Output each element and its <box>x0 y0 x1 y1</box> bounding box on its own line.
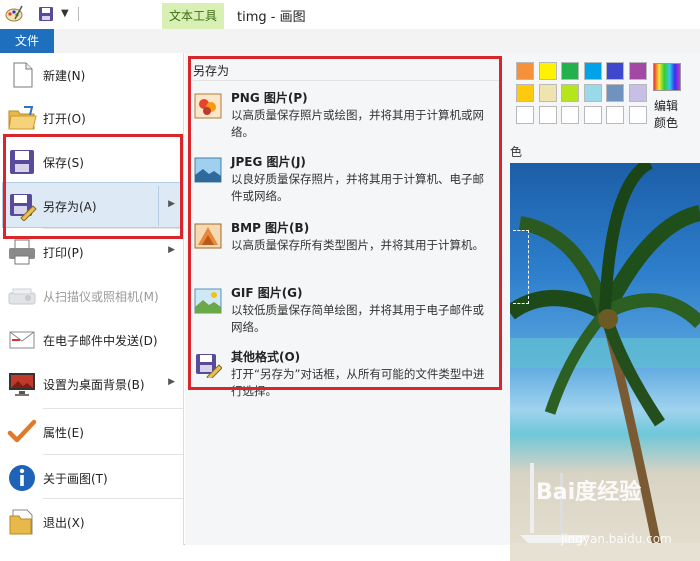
palette-swatch[interactable] <box>583 62 602 80</box>
highlight-box-save-commands <box>3 134 183 239</box>
submenu-arrow-icon: ▶ <box>168 245 175 255</box>
file-menu-item[interactable]: 新建(N) <box>0 53 183 97</box>
palette-swatch[interactable] <box>538 106 557 124</box>
file-menu-item[interactable]: 设置为桌面背景(B) ▶ <box>0 362 183 406</box>
palette-swatch[interactable] <box>583 106 602 124</box>
file-menu-item[interactable]: 退出(X) <box>0 500 183 544</box>
title-bar <box>0 0 700 29</box>
palette-swatch[interactable] <box>516 84 534 102</box>
open-folder-icon <box>7 103 37 133</box>
file-menu-item-label: 打印(P) <box>43 246 84 260</box>
file-menu-item-label: 属性(E) <box>43 426 84 440</box>
palette-swatch[interactable] <box>561 62 579 80</box>
file-menu-item[interactable]: 关于画图(T) <box>0 456 183 500</box>
palette-swatch[interactable] <box>516 62 534 80</box>
file-menu-item-label: 从扫描仪或照相机(M) <box>43 290 159 304</box>
palette-swatch[interactable] <box>628 84 647 102</box>
file-menu-item-label: 设置为桌面背景(B) <box>43 378 145 392</box>
info-icon <box>7 463 37 493</box>
title-separator <box>78 7 79 21</box>
edit-colors-label[interactable]: 编辑 颜色 <box>654 98 684 132</box>
selection-rectangle[interactable] <box>513 230 529 304</box>
menu-separator <box>43 408 183 409</box>
new-file-icon <box>7 60 37 90</box>
paint-app-icon[interactable] <box>5 5 23 23</box>
edit-colors-icon[interactable] <box>653 63 681 91</box>
tab-file[interactable]: 文件 <box>0 29 54 53</box>
palette-swatch[interactable] <box>628 62 647 80</box>
menu-separator <box>43 454 183 455</box>
desktop-background-icon <box>7 369 37 399</box>
palette-swatch[interactable] <box>606 84 624 102</box>
watermark-url: jingyan.baidu.com <box>561 532 672 546</box>
file-menu-item[interactable]: 在电子邮件中发送(D) <box>0 318 183 362</box>
quick-save-icon[interactable] <box>38 6 54 22</box>
palette-swatch[interactable] <box>561 84 579 102</box>
email-icon <box>7 325 37 355</box>
quick-access-dropdown-icon[interactable]: ▼ <box>61 8 69 19</box>
exit-icon <box>7 507 37 537</box>
file-menu-item-label: 退出(X) <box>43 516 85 530</box>
submenu-arrow-icon: ▶ <box>168 377 175 387</box>
palette-swatch[interactable] <box>538 84 557 102</box>
palette-swatch[interactable] <box>583 84 602 102</box>
palette-swatch[interactable] <box>516 106 534 124</box>
file-menu-item-label: 在电子邮件中发送(D) <box>43 334 158 348</box>
printer-icon <box>7 237 37 267</box>
ribbon-tab-row <box>0 29 700 53</box>
window-title: timg - 画图 <box>237 10 306 25</box>
palette-swatch[interactable] <box>606 106 624 124</box>
file-menu-item[interactable]: 从扫描仪或照相机(M) <box>0 274 183 318</box>
file-menu-item[interactable]: 属性(E) <box>0 410 183 454</box>
palette-swatch[interactable] <box>538 62 557 80</box>
palette-swatch[interactable] <box>628 106 647 124</box>
highlight-box-save-as-formats <box>188 56 502 390</box>
watermark-logo: Bai度经验 <box>536 480 642 505</box>
context-tab-text-tools[interactable]: 文本工具 <box>162 3 224 29</box>
scanner-icon <box>7 281 37 311</box>
file-menu-item-label: 关于画图(T) <box>43 472 108 486</box>
palette-swatch[interactable] <box>606 62 624 80</box>
menu-separator <box>43 498 183 499</box>
checkmark-icon <box>7 417 37 447</box>
file-menu-item-label: 打开(O) <box>43 112 86 126</box>
ribbon-group-label: 色 <box>510 145 523 159</box>
palette-swatch[interactable] <box>561 106 579 124</box>
file-menu-item-label: 新建(N) <box>43 69 86 83</box>
